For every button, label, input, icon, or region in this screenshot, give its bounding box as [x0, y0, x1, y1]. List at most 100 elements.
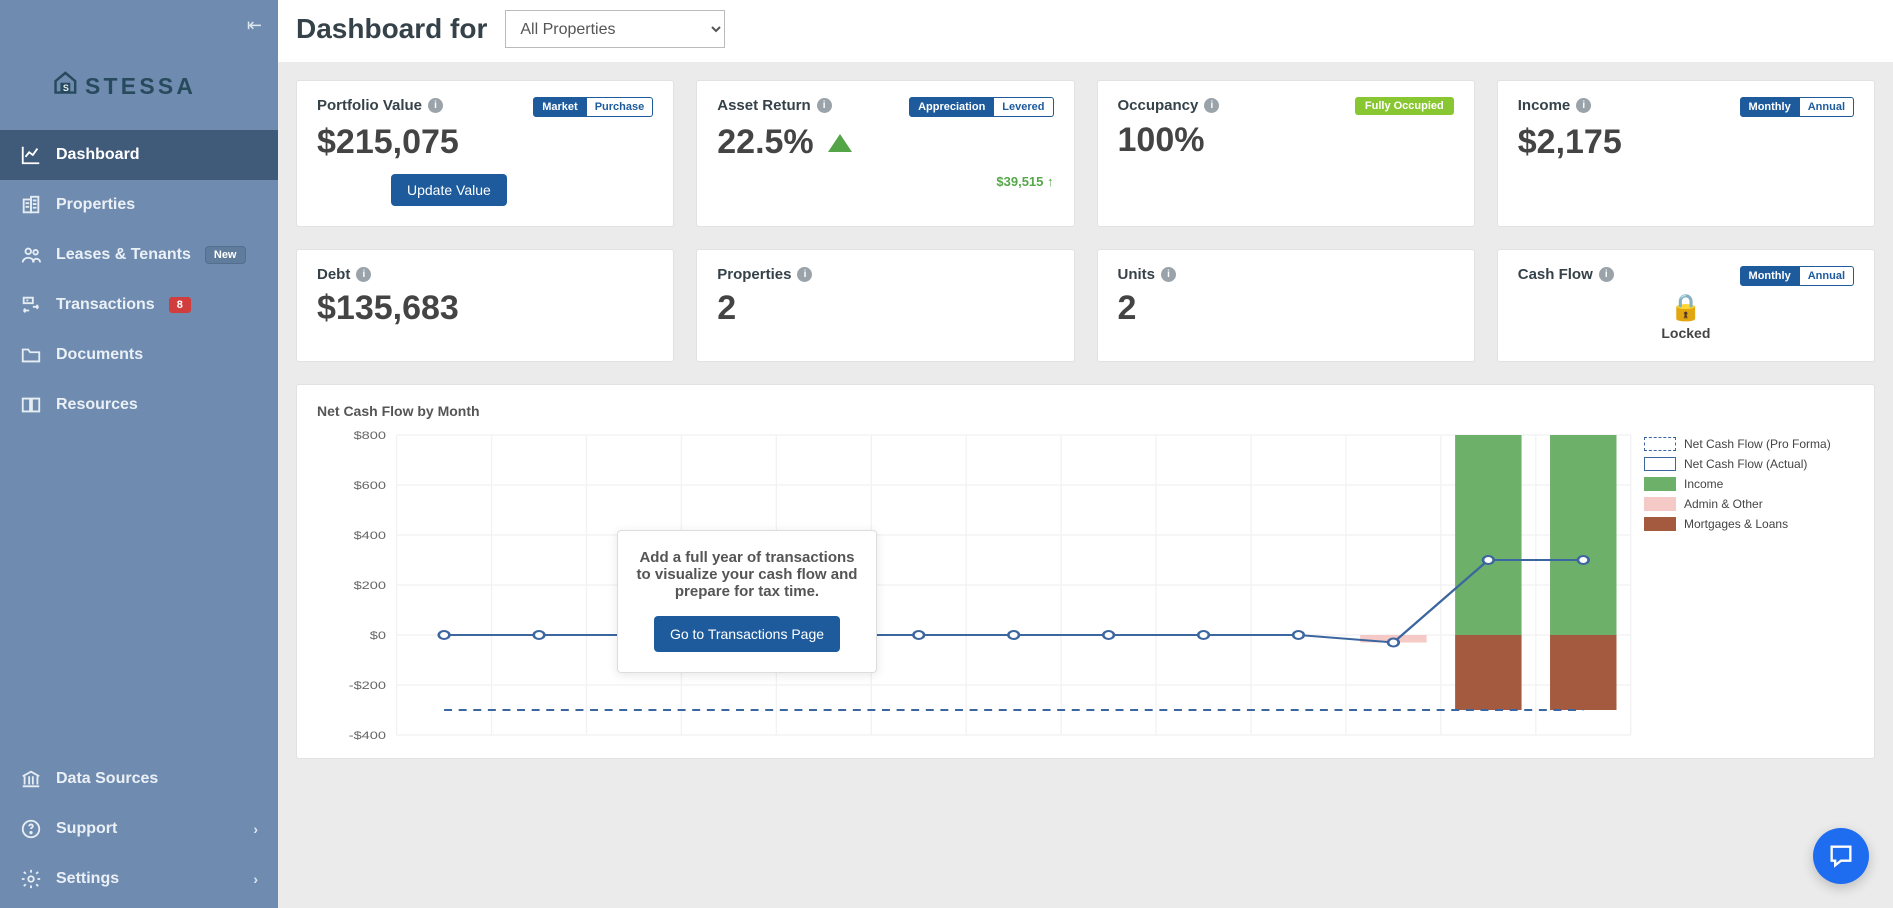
info-icon[interactable]: i	[428, 98, 443, 113]
card-title: Portfolio Value i	[317, 97, 443, 114]
segment-annual[interactable]: Annual	[1800, 97, 1854, 117]
svg-text:S: S	[63, 83, 69, 93]
svg-text:$0: $0	[370, 629, 386, 642]
book-icon	[20, 394, 42, 416]
cards-row-2: Debt i $135,683 Properties i 2	[296, 249, 1875, 362]
segment-monthly[interactable]: Monthly	[1740, 266, 1800, 286]
segment-monthly[interactable]: Monthly	[1740, 97, 1800, 117]
main-pane: Dashboard for All Properties Portfolio V…	[278, 0, 1893, 908]
svg-text:$800: $800	[354, 429, 386, 442]
asset-return-value: 22.5%	[717, 123, 1053, 162]
cash-flow-locked: 🔒 Locked	[1518, 292, 1854, 341]
segment-appreciation[interactable]: Appreciation	[909, 97, 994, 117]
cards-row-1: Portfolio Value i Market Purchase $215,0…	[296, 80, 1875, 227]
income-toggle[interactable]: Monthly Annual	[1740, 97, 1854, 117]
sidebar-item-label: Settings	[56, 870, 119, 888]
sidebar-bottom-nav: Data Sources Support › Settings ›	[0, 754, 278, 908]
transactions-icon	[20, 294, 42, 316]
chart-overlay: Add a full year of transactions to visua…	[617, 530, 877, 673]
brand-logo: S STESSA	[0, 50, 278, 122]
info-icon[interactable]: i	[1599, 267, 1614, 282]
chart-plot-area: -$400-$200$0$200$400$600$800 Add a full …	[317, 425, 1644, 758]
occupancy-value: 100%	[1118, 121, 1454, 160]
page-header: Dashboard for All Properties	[278, 0, 1893, 62]
people-icon	[20, 244, 42, 266]
legend-item: Net Cash Flow (Pro Forma)	[1644, 437, 1854, 451]
sidebar-item-label: Data Sources	[56, 770, 158, 788]
sidebar-main-nav: Dashboard Properties Leases & Tenants Ne…	[0, 130, 278, 754]
page-title: Dashboard for	[296, 13, 487, 45]
sidebar: ⇤ S STESSA Dashboard Properties	[0, 0, 278, 908]
card-cash-flow: Cash Flow i Monthly Annual 🔒 Locked	[1497, 249, 1875, 362]
info-icon[interactable]: i	[797, 267, 812, 282]
asset-return-delta: $39,515 ↑	[717, 174, 1053, 189]
card-title: Properties i	[717, 266, 812, 283]
segment-annual[interactable]: Annual	[1800, 266, 1854, 286]
lock-icon: 🔒	[1518, 292, 1854, 323]
card-occupancy: Occupancy i Fully Occupied 100%	[1097, 80, 1475, 227]
count-badge: 8	[169, 297, 191, 313]
sidebar-item-label: Leases & Tenants	[56, 246, 191, 264]
chart-title: Net Cash Flow by Month	[317, 403, 1854, 419]
folder-icon	[20, 344, 42, 366]
cashflow-toggle[interactable]: Monthly Annual	[1740, 266, 1854, 286]
sidebar-item-label: Support	[56, 820, 117, 838]
chevron-right-icon: ›	[253, 871, 258, 887]
up-arrow-icon	[828, 134, 852, 152]
sidebar-item-data-sources[interactable]: Data Sources	[0, 754, 278, 804]
segment-market[interactable]: Market	[533, 97, 586, 117]
sidebar-item-resources[interactable]: Resources	[0, 380, 278, 430]
svg-text:$600: $600	[354, 479, 386, 492]
sidebar-item-label: Dashboard	[56, 146, 140, 164]
building-icon	[20, 194, 42, 216]
sidebar-item-leases[interactable]: Leases & Tenants New	[0, 230, 278, 280]
portfolio-value: $215,075	[317, 123, 653, 162]
sidebar-item-label: Properties	[56, 196, 135, 214]
sidebar-item-support[interactable]: Support ›	[0, 804, 278, 854]
portfolio-toggle[interactable]: Market Purchase	[533, 97, 653, 117]
occupancy-badge: Fully Occupied	[1355, 97, 1454, 115]
update-value-button[interactable]: Update Value	[391, 174, 507, 206]
segment-levered[interactable]: Levered	[994, 97, 1053, 117]
info-icon[interactable]: i	[817, 98, 832, 113]
card-units: Units i 2	[1097, 249, 1475, 362]
sidebar-item-settings[interactable]: Settings ›	[0, 854, 278, 904]
svg-text:$400: $400	[354, 529, 386, 542]
debt-value: $135,683	[317, 289, 653, 328]
segment-purchase[interactable]: Purchase	[587, 97, 654, 117]
info-icon[interactable]: i	[356, 267, 371, 282]
legend-item: Admin & Other	[1644, 497, 1854, 511]
card-portfolio-value: Portfolio Value i Market Purchase $215,0…	[296, 80, 674, 227]
info-icon[interactable]: i	[1576, 98, 1591, 113]
help-circle-icon	[20, 818, 42, 840]
legend-item: Mortgages & Loans	[1644, 517, 1854, 531]
properties-value: 2	[717, 289, 1053, 328]
svg-text:$200: $200	[354, 579, 386, 592]
help-bubble-button[interactable]	[1813, 828, 1869, 884]
info-icon[interactable]: i	[1204, 98, 1219, 113]
card-title: Cash Flow i	[1518, 266, 1614, 283]
sidebar-collapse-button[interactable]: ⇤	[0, 0, 278, 50]
sidebar-item-transactions[interactable]: Transactions 8	[0, 280, 278, 330]
sidebar-item-documents[interactable]: Documents	[0, 330, 278, 380]
new-badge: New	[205, 246, 246, 264]
card-income: Income i Monthly Annual $2,175	[1497, 80, 1875, 227]
property-selector[interactable]: All Properties	[505, 10, 725, 48]
collapse-icon: ⇤	[247, 15, 262, 36]
content: Portfolio Value i Market Purchase $215,0…	[278, 62, 1893, 908]
gear-icon	[20, 868, 42, 890]
legend-item: Income	[1644, 477, 1854, 491]
svg-text:STESSA: STESSA	[85, 73, 196, 99]
go-to-transactions-button[interactable]: Go to Transactions Page	[654, 616, 840, 652]
card-title: Units i	[1118, 266, 1177, 283]
sidebar-item-dashboard[interactable]: Dashboard	[0, 130, 278, 180]
asset-return-toggle[interactable]: Appreciation Levered	[909, 97, 1053, 117]
info-icon[interactable]: i	[1161, 267, 1176, 282]
card-title: Occupancy i	[1118, 97, 1220, 114]
legend-item: Net Cash Flow (Actual)	[1644, 457, 1854, 471]
income-value: $2,175	[1518, 123, 1854, 162]
card-properties: Properties i 2	[696, 249, 1074, 362]
bank-icon	[20, 768, 42, 790]
sidebar-item-properties[interactable]: Properties	[0, 180, 278, 230]
card-debt: Debt i $135,683	[296, 249, 674, 362]
